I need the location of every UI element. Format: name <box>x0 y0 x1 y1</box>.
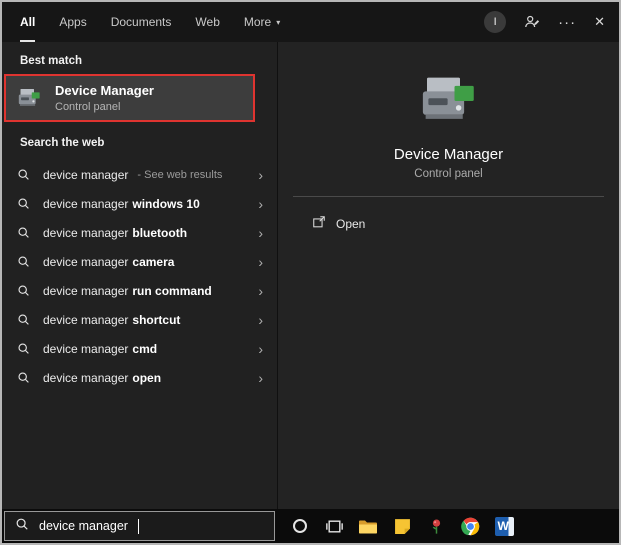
suggestion-text: device manager <box>43 370 129 385</box>
open-action[interactable]: Open <box>312 215 365 232</box>
suggestion-bold-text: shortcut <box>132 312 181 327</box>
chevron-right-icon[interactable]: › <box>258 371 263 385</box>
topbar-actions: I ··· ✕ <box>484 11 605 33</box>
search-suggestion[interactable]: device manager bluetooth › <box>2 218 277 247</box>
flower-icon[interactable] <box>423 513 449 539</box>
search-suggestion[interactable]: device manager shortcut › <box>2 305 277 334</box>
search-icon <box>15 517 29 536</box>
search-filter-bar: All Apps Documents Web More ▾ I ··· ✕ <box>2 2 619 42</box>
search-suggestion[interactable]: device manager camera › <box>2 247 277 276</box>
device-manager-icon <box>16 85 43 112</box>
search-icon <box>17 313 30 326</box>
more-options-icon[interactable]: ··· <box>558 14 576 31</box>
best-match-subtitle: Control panel <box>55 101 121 113</box>
suggestion-text: device manager <box>43 167 129 182</box>
windows-search-flyout: All Apps Documents Web More ▾ I ··· ✕ Be <box>0 0 621 545</box>
feedback-icon[interactable] <box>524 14 540 30</box>
search-icon <box>17 255 30 268</box>
filter-tabs: All Apps Documents Web More ▾ <box>20 2 280 42</box>
suggestion-text: device manager <box>43 341 129 356</box>
chevron-right-icon[interactable]: › <box>258 342 263 356</box>
chevron-right-icon[interactable]: › <box>258 255 263 269</box>
suggestion-bold-text: cmd <box>132 341 158 356</box>
tab-web[interactable]: Web <box>195 2 219 42</box>
device-manager-icon <box>416 68 482 134</box>
search-icon <box>17 342 30 355</box>
chevron-right-icon[interactable]: › <box>258 197 263 211</box>
web-suggestions-list: device manager - See web results › devic… <box>2 160 277 392</box>
search-input-value: device manager <box>39 519 128 533</box>
open-action-label: Open <box>336 216 366 231</box>
preview-title: Device Manager <box>393 146 504 163</box>
suggestion-bold-text: bluetooth <box>132 225 188 240</box>
chrome-icon[interactable] <box>457 513 483 539</box>
suggestion-text: device manager <box>43 254 129 269</box>
search-icon <box>17 226 30 239</box>
search-suggestion[interactable]: device manager windows 10 › <box>2 189 277 218</box>
tab-all[interactable]: All <box>20 2 36 42</box>
taskbar-icons: W <box>287 513 517 539</box>
preview-subtitle: Control panel <box>414 168 483 180</box>
search-icon <box>17 371 30 384</box>
search-web-header: Search the web <box>20 137 105 149</box>
cortana-circle-icon[interactable] <box>287 513 313 539</box>
task-view-icon[interactable] <box>321 513 347 539</box>
search-suggestion[interactable]: device manager run command › <box>2 276 277 305</box>
avatar[interactable]: I <box>484 11 507 33</box>
search-suggestion[interactable]: device manager - See web results › <box>2 160 277 189</box>
suggestion-text: device manager <box>43 225 129 240</box>
divider <box>293 196 604 197</box>
tab-more[interactable]: More ▾ <box>244 2 280 42</box>
search-suggestion[interactable]: device manager open › <box>2 363 277 392</box>
best-match-text: Device Manager Control panel <box>55 83 154 113</box>
chevron-right-icon[interactable]: › <box>258 313 263 327</box>
search-icon <box>17 197 30 210</box>
suggestion-bold-text: windows 10 <box>132 196 200 211</box>
result-preview-panel: Device Manager Control panel Open <box>277 42 619 509</box>
chevron-right-icon[interactable]: › <box>258 226 263 240</box>
sticky-notes-icon[interactable] <box>389 513 415 539</box>
suggestion-note: - See web results <box>137 168 223 181</box>
search-icon <box>17 284 30 297</box>
suggestion-text: device manager <box>43 312 129 327</box>
open-window-icon <box>312 215 326 232</box>
best-match-title: Device Manager <box>55 83 154 98</box>
taskbar: device manager W <box>2 509 619 543</box>
suggestion-text: device manager <box>43 196 129 211</box>
taskbar-search-input[interactable]: device manager <box>4 511 275 541</box>
tab-apps[interactable]: Apps <box>59 2 86 42</box>
best-match-header: Best match <box>20 55 82 67</box>
suggestion-text: device manager <box>43 283 129 298</box>
chevron-right-icon[interactable]: › <box>258 168 263 182</box>
best-match-result[interactable]: Device Manager Control panel <box>4 74 255 122</box>
file-explorer-icon[interactable] <box>355 513 381 539</box>
search-results-panel: Best match Device Manager Control panel … <box>2 42 277 509</box>
word-icon[interactable]: W <box>491 513 517 539</box>
search-icon <box>17 168 30 181</box>
chevron-down-icon: ▾ <box>276 17 281 27</box>
suggestion-bold-text: camera <box>132 254 175 269</box>
close-icon[interactable]: ✕ <box>594 14 605 30</box>
tab-documents[interactable]: Documents <box>111 2 172 42</box>
suggestion-bold-text: run command <box>132 283 212 298</box>
chevron-right-icon[interactable]: › <box>258 284 263 298</box>
word-letter: W <box>497 519 509 533</box>
tab-more-label: More <box>243 15 272 29</box>
suggestion-bold-text: open <box>132 370 162 385</box>
text-cursor <box>137 518 139 534</box>
search-suggestion[interactable]: device manager cmd › <box>2 334 277 363</box>
